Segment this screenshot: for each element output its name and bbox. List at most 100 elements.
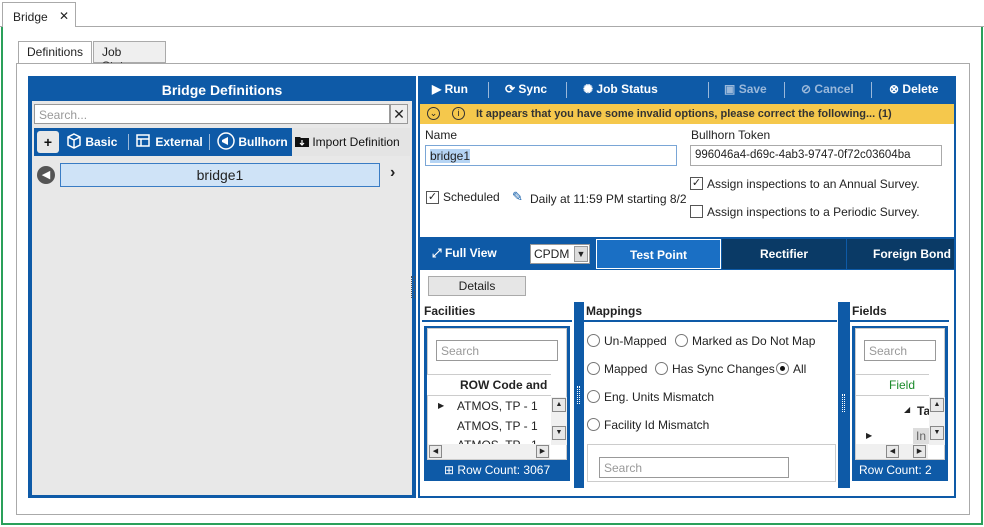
table-row[interactable]: ATMOS, TP - 1	[457, 419, 538, 433]
delete-icon: ⊗	[889, 82, 900, 96]
tab-job-status[interactable]: Job Status	[93, 41, 166, 73]
sync-label: Sync	[518, 82, 548, 96]
radio-label: Marked as Do Not Map	[692, 334, 816, 348]
mappings-search-input[interactable]: Search	[599, 457, 789, 478]
tab-foreign-bond[interactable]: Foreign Bond	[847, 239, 954, 269]
radio-label: Un-Mapped	[604, 334, 667, 348]
radio-facility-id-mismatch[interactable]	[587, 418, 600, 431]
tab-test-point[interactable]: Test Point	[596, 239, 721, 269]
radio-label: All	[793, 362, 807, 376]
scheduled-checkbox[interactable]: ✓	[426, 191, 439, 204]
radio-has-sync-changes[interactable]	[655, 362, 668, 375]
name-field[interactable]: bridge1	[425, 145, 677, 166]
scheduled-label: Scheduled	[443, 190, 500, 204]
table-row[interactable]: ATMOS, TP - 1	[457, 399, 538, 413]
radio-label: Has Sync Changes	[672, 362, 775, 376]
run-button[interactable]: ▶ Run	[432, 82, 468, 96]
basic-button-label: Basic	[85, 135, 118, 149]
splitter-grip-icon[interactable]	[842, 394, 845, 412]
expand-group-icon[interactable]: ◢	[904, 405, 910, 414]
basic-button[interactable]: Basic	[66, 128, 117, 156]
save-icon: ▣	[724, 82, 736, 96]
radio-eng-units-mismatch[interactable]	[587, 390, 600, 403]
scroll-left-icon[interactable]: ◀	[886, 445, 899, 458]
import-definition-label: Import Definition	[312, 135, 400, 149]
play-icon: ▶	[432, 82, 442, 96]
bullhorn-icon: ◀	[37, 166, 55, 184]
radio-mapped[interactable]	[587, 362, 600, 375]
cancel-button[interactable]: ⊘ Cancel	[801, 82, 854, 96]
list-item[interactable]: bridge1	[60, 163, 380, 187]
sync-button[interactable]: ⟳ Sync	[505, 82, 547, 96]
radio-label: Facility Id Mismatch	[604, 418, 710, 432]
name-label: Name	[425, 128, 458, 142]
cancel-icon: ⊘	[801, 82, 812, 96]
scroll-right-icon[interactable]: ▶	[536, 445, 549, 458]
import-definition-button[interactable]: Import Definition	[292, 128, 410, 156]
radio-do-not-map[interactable]	[675, 334, 688, 347]
clear-search-icon[interactable]: ✕	[390, 104, 408, 124]
job-status-label: Job Status	[596, 82, 658, 96]
fields-row-count: Row Count: 2	[854, 461, 946, 479]
name-value: bridge1	[430, 149, 471, 163]
fields-search-input[interactable]: Search	[864, 340, 936, 361]
cube-icon	[66, 131, 82, 149]
facilities-search-input[interactable]: Search	[436, 340, 558, 361]
full-view-button[interactable]: ⤢ Full View	[432, 246, 497, 261]
chevron-right-icon[interactable]: ›	[390, 164, 395, 182]
horizontal-scrollbar[interactable]	[428, 444, 550, 459]
bullhorn-button[interactable]: Bullhorn	[217, 128, 288, 156]
sync-icon: ⟳	[505, 82, 516, 96]
scroll-up-icon[interactable]: ▲	[930, 398, 944, 412]
panel-title: Bridge Definitions	[161, 82, 283, 98]
column-header[interactable]: ROW Code and F	[460, 378, 550, 392]
annual-survey-checkbox[interactable]: ✓	[690, 177, 703, 190]
column-header[interactable]: Field	[889, 378, 915, 392]
save-label: Save	[738, 82, 767, 96]
job-status-button[interactable]: ✺ Job Status	[583, 82, 658, 96]
close-icon[interactable]: ✕	[59, 9, 69, 23]
edit-pencil-icon[interactable]: ✎	[512, 189, 523, 205]
source-select-value: CPDM	[534, 247, 570, 261]
periodic-survey-label: Assign inspections to a Periodic Survey.	[707, 205, 920, 219]
document-tab-bridge[interactable]: Bridge ✕	[2, 2, 76, 27]
definitions-list-area	[32, 101, 412, 495]
fields-title: Fields	[850, 302, 949, 322]
expand-icon: ⤢	[432, 246, 442, 260]
mappings-title: Mappings	[584, 302, 837, 322]
radio-label: Eng. Units Mismatch	[604, 390, 715, 404]
cancel-label: Cancel	[814, 82, 854, 96]
table-cell[interactable]: In	[913, 428, 929, 444]
scroll-down-icon[interactable]: ▼	[552, 426, 566, 440]
lightbulb-icon: ✺	[583, 82, 594, 96]
annual-survey-label: Assign inspections to an Annual Survey.	[707, 177, 920, 191]
scroll-up-icon[interactable]: ▲	[552, 398, 566, 412]
search-input[interactable]: Search...	[34, 104, 390, 124]
scroll-down-icon[interactable]: ▼	[930, 426, 944, 440]
radio-all[interactable]	[776, 362, 789, 375]
tab-rectifier[interactable]: Rectifier	[722, 239, 846, 269]
tab-definitions[interactable]: Definitions	[18, 41, 93, 65]
source-select[interactable]: CPDM ▼	[530, 244, 590, 264]
delete-button[interactable]: ⊗ Delete	[889, 82, 938, 96]
radio-label: Mapped	[604, 362, 648, 376]
scroll-right-icon[interactable]: ▶	[913, 445, 926, 458]
info-icon: i	[452, 107, 465, 120]
chevron-down-icon: ▼	[574, 246, 588, 262]
scroll-left-icon[interactable]: ◀	[429, 445, 442, 458]
periodic-survey-checkbox[interactable]	[690, 205, 703, 218]
toolbar-separator	[488, 82, 489, 98]
panel-resize-grip-icon[interactable]	[411, 276, 415, 298]
save-button[interactable]: ▣ Save	[724, 82, 767, 96]
run-label: Run	[444, 82, 468, 96]
full-view-label: Full View	[444, 246, 497, 260]
splitter-grip-icon[interactable]	[577, 386, 580, 404]
radio-un-mapped[interactable]	[587, 334, 600, 347]
details-button[interactable]: Details	[428, 276, 526, 296]
bullhorn-token-field[interactable]: 996046a4-d69c-4ab3-9747-0f72c03604ba	[690, 145, 942, 166]
row-pointer-icon: ▶	[866, 431, 873, 440]
warning-banner: It appears that you have some invalid op…	[420, 104, 954, 124]
collapse-icon[interactable]: ⌄	[427, 107, 440, 120]
add-definition-button[interactable]: +	[37, 131, 59, 153]
external-button[interactable]: External	[136, 128, 203, 156]
